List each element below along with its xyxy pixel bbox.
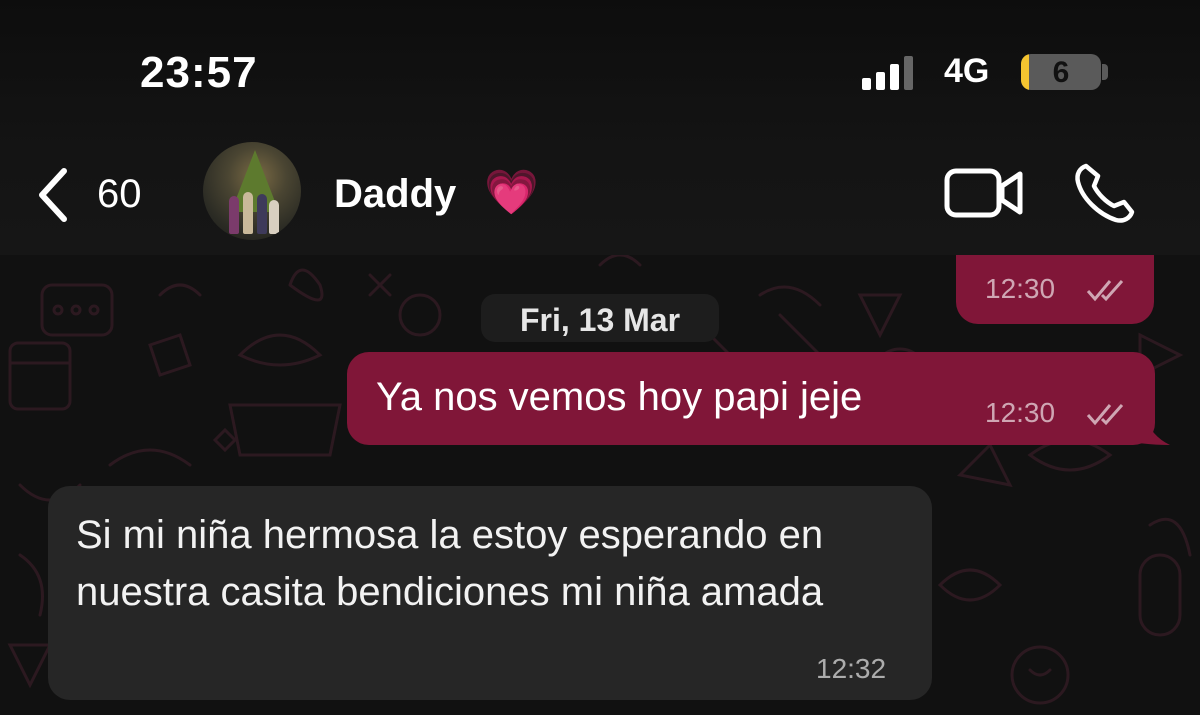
unread-count[interactable]: 60: [97, 172, 142, 217]
battery-tip: [1102, 64, 1108, 80]
chat-header-area: 23:57 4G 6 60 Daddy 💗: [0, 0, 1200, 255]
message-time: 12:30: [985, 397, 1056, 428]
status-time: 23:57: [140, 48, 258, 97]
message-time: 12:30: [985, 273, 1056, 304]
date-separator-label: Fri, 13 Mar: [519, 302, 681, 338]
read-ticks-icon: [1086, 404, 1124, 426]
date-separator: Fri, 13 Mar: [481, 294, 719, 342]
voice-call-button[interactable]: [1072, 162, 1138, 226]
message-time: 12:32: [816, 653, 887, 684]
battery-level: 6: [1052, 56, 1070, 89]
cellular-signal-icon: [862, 54, 914, 90]
avatar[interactable]: [203, 142, 301, 240]
video-call-button[interactable]: [944, 166, 1024, 220]
outgoing-message-text: Ya nos vemos hoy papi jeje: [376, 375, 863, 419]
video-call-icon: [944, 168, 1023, 218]
battery-icon: 6: [1021, 54, 1101, 90]
back-button[interactable]: [30, 165, 80, 225]
back-chevron-icon: [39, 168, 67, 222]
contact-name[interactable]: Daddy: [334, 172, 456, 217]
network-type: 4G: [944, 52, 990, 90]
chat-messages-area[interactable]: 12:30 Fri, 13 Mar Ya nos vemos hoy papi …: [0, 255, 1200, 715]
incoming-message-text: Si mi niña hermosa la estoy esperando en…: [76, 513, 824, 614]
read-ticks-icon: [1086, 280, 1124, 302]
phone-call-icon: [1075, 163, 1135, 223]
heart-emoji: 💗: [484, 168, 539, 217]
